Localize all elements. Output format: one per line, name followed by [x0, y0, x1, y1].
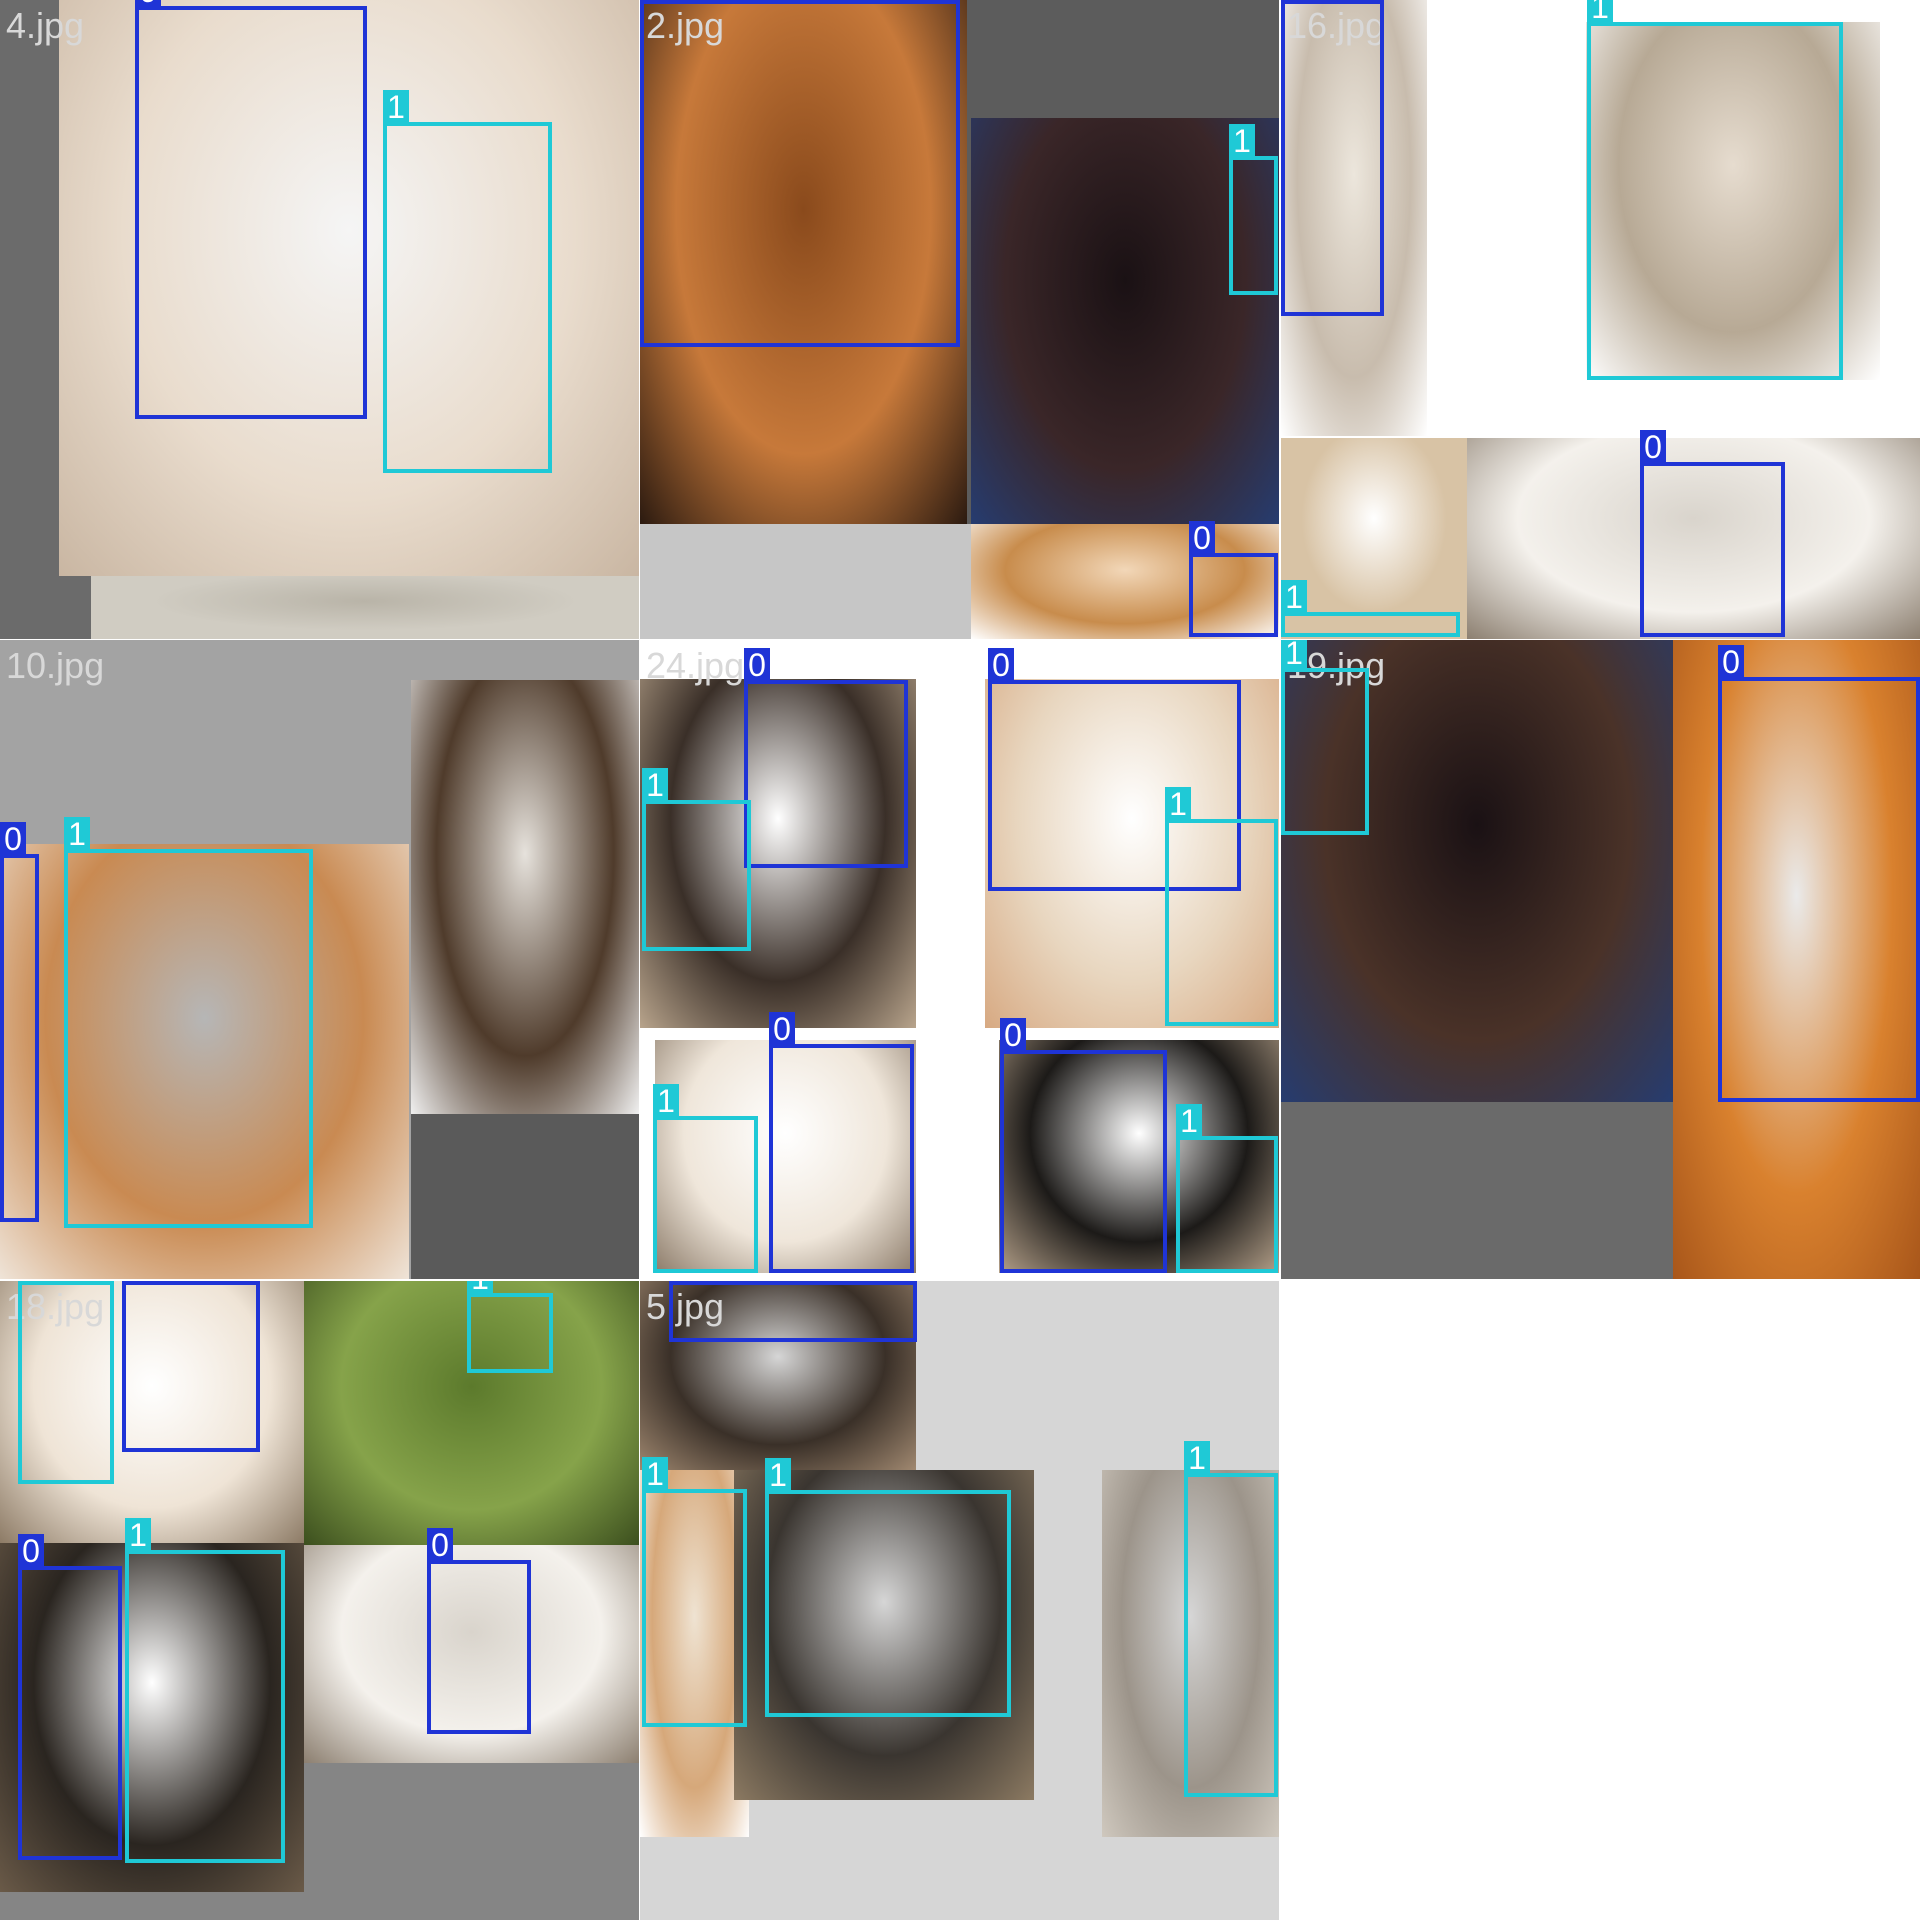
bounding-box-label: 1: [1184, 1441, 1210, 1475]
bounding-box-label: 1: [1587, 0, 1613, 24]
bounding-box-label: 0: [122, 1281, 148, 1283]
bounding-box-label: 0: [1281, 0, 1307, 2]
bounding-box-label: 1: [1281, 580, 1307, 614]
bounding-box-class-0: 0: [122, 1281, 260, 1452]
bounding-box-class-1: 1: [1281, 580, 1460, 637]
bounding-box-class-1: 1: [383, 90, 552, 473]
tile-2: 2.jpg010: [640, 0, 1280, 639]
bounding-box-label: 1: [642, 1457, 668, 1491]
bounding-box-class-1: 1: [653, 1084, 758, 1273]
bounding-box-class-1: 1: [64, 817, 313, 1228]
photo-region: [411, 680, 639, 1114]
bounding-box-label: 0: [18, 1534, 44, 1568]
bounding-box-class-0: 0: [1281, 0, 1384, 316]
bounding-box-class-1: 1: [642, 768, 751, 951]
bounding-box-label: 0: [640, 0, 666, 2]
bounding-box-class-1: 1: [1176, 1104, 1278, 1273]
tile-filename: 4.jpg: [6, 5, 85, 46]
bounding-box-class-0: 0: [18, 1534, 122, 1860]
bounding-box-class-1: 1: [1229, 124, 1278, 295]
bounding-box-class-0: 0: [769, 1012, 914, 1273]
bounding-box-class-0: 0: [1000, 1018, 1167, 1273]
bounding-box-label: 1: [1176, 1104, 1202, 1138]
fill-region: [640, 524, 971, 639]
bounding-box-class-1: 1: [467, 1281, 553, 1373]
mosaic-grid: 4.jpg012.jpg01016.jpg010110.jpg0124.jpg0…: [0, 0, 1920, 1920]
bounding-box-label: 1: [765, 1458, 791, 1492]
bounding-box-class-1: 1: [1281, 640, 1369, 835]
bounding-box-label: 1: [1165, 787, 1191, 821]
bounding-box-class-0: 0: [0, 822, 39, 1222]
bounding-box-label: 1: [64, 817, 90, 851]
tile-18: 18.jpg101010: [0, 1281, 639, 1920]
bounding-box-label: 0: [135, 0, 161, 8]
tile-5: 5.jpg0111: [640, 1281, 1280, 1920]
bounding-box-class-1: 1: [125, 1518, 285, 1863]
bounding-box-label: 0: [988, 648, 1014, 682]
bounding-box-label: 1: [383, 90, 409, 124]
tile-16: 16.jpg0101: [1281, 0, 1920, 639]
tile-4: 4.jpg 0 1: [0, 0, 639, 639]
photo-region: [1281, 438, 1467, 639]
bounding-box-label: 0: [769, 1012, 795, 1046]
bounding-box-class-0: 0: [1718, 645, 1920, 1102]
bounding-box-label: 1: [18, 1281, 44, 1283]
bounding-box-class-1: 1: [18, 1281, 114, 1484]
bounding-box-class-1: 1: [1184, 1441, 1278, 1797]
bounding-box-label: 1: [467, 1281, 493, 1295]
bounding-box-class-1: 1: [1587, 0, 1843, 380]
tile-19: 19.jpg 1 0: [1281, 640, 1920, 1280]
bounding-box-class-1: 1: [765, 1458, 1011, 1717]
bounding-box-label: 1: [1281, 640, 1307, 670]
bounding-box-label: 0: [1640, 430, 1666, 464]
tile-24: 24.jpg 0 1 0 1 0 1 0 1: [640, 640, 1280, 1280]
bounding-box-class-0: 0: [1640, 430, 1785, 637]
bounding-box-label: 1: [1229, 124, 1255, 158]
bounding-box-class-1: 1: [642, 1457, 747, 1727]
bounding-box-label: 0: [427, 1528, 453, 1562]
tile-filename: 10.jpg: [6, 645, 105, 686]
bounding-box-label: 0: [1718, 645, 1744, 679]
bounding-box-label: 0: [744, 648, 770, 682]
bounding-box-class-0: 0: [640, 0, 960, 347]
bounding-box-label: 0: [0, 822, 26, 856]
tile-10: 10.jpg 0 1: [0, 640, 639, 1280]
bounding-box-label: 0: [1189, 521, 1215, 555]
fill-region: [411, 1114, 639, 1279]
bounding-box-class-1: 1: [1165, 787, 1278, 1026]
bounding-box-label: 1: [653, 1084, 679, 1118]
bounding-box-label: 1: [125, 1518, 151, 1552]
bounding-box-class-0: 0: [669, 1281, 917, 1342]
photo-region: [91, 576, 639, 639]
bounding-box-label: 0: [669, 1281, 695, 1283]
tile-filename: 24.jpg: [646, 645, 745, 686]
bounding-box-class-0: 0: [1189, 521, 1278, 637]
bounding-box-class-0: 0: [427, 1528, 531, 1734]
bounding-box-label: 1: [642, 768, 668, 802]
bounding-box-class-0: 0: [135, 0, 367, 419]
bounding-box-class-0: 0: [744, 648, 908, 868]
bounding-box-label: 0: [1000, 1018, 1026, 1052]
